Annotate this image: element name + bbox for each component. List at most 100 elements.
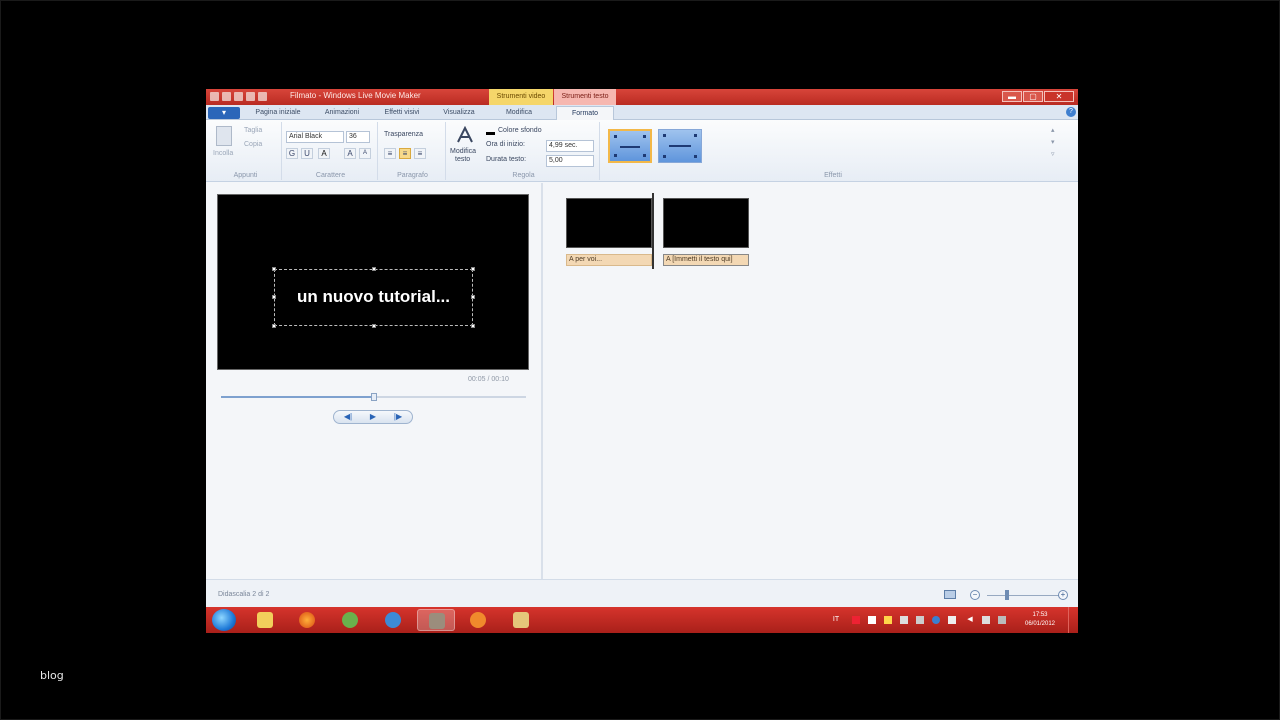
effect-thumbnail-none[interactable] (608, 129, 652, 163)
tab-visual-effects[interactable]: Effetti visivi (374, 106, 430, 120)
gallery-down-icon[interactable]: ▾ (1051, 138, 1055, 146)
edit-text-button-line1[interactable]: Modifica (450, 148, 476, 155)
storyboard-clip[interactable]: A per voi... (566, 198, 652, 266)
next-frame-button[interactable]: |▶ (386, 411, 410, 423)
start-time-label: Ora di inizio: (486, 141, 525, 148)
tray-update-icon[interactable] (932, 616, 940, 624)
seek-bar[interactable] (221, 393, 526, 401)
resize-handle[interactable] (471, 324, 475, 328)
app-icon (470, 612, 486, 628)
tab-home[interactable]: Pagina iniziale (246, 106, 310, 120)
tray-app-icon[interactable] (868, 616, 876, 624)
caption-textbox[interactable]: un nuovo tutorial... (272, 267, 475, 328)
tray-disk-icon[interactable] (916, 616, 924, 624)
taskbar-mail[interactable] (502, 609, 540, 631)
group-paragraph: Trasparenza ≡ ≡ ≡ Paragrafo (380, 122, 446, 180)
align-left-icon[interactable]: ≡ (384, 148, 396, 159)
clip-thumbnail[interactable] (663, 198, 749, 248)
group-adjust: Modifica testo Colore sfondo Ora di iniz… (448, 122, 600, 180)
help-icon[interactable]: ? (1066, 107, 1076, 117)
effect-thumbnail-scroll[interactable] (658, 129, 702, 163)
tray-usb-icon[interactable] (948, 616, 956, 624)
redo-icon[interactable] (246, 92, 255, 101)
taskbar: IT ◀ 17:53 06/01/2012 (206, 607, 1078, 633)
zoom-out-button[interactable]: − (970, 590, 980, 600)
start-button-icon[interactable] (212, 609, 236, 631)
customize-qat-icon[interactable] (258, 92, 267, 101)
underline-button[interactable]: U (301, 148, 313, 159)
clip-thumbnail[interactable] (566, 198, 652, 248)
resize-handle[interactable] (272, 267, 276, 271)
font-size-select[interactable]: 36 (346, 131, 370, 143)
tray-antivirus-icon[interactable] (852, 616, 860, 624)
bold-button[interactable]: G (286, 148, 298, 159)
copy-button[interactable]: Copia (244, 141, 262, 148)
insertion-cursor (652, 193, 654, 269)
align-right-icon[interactable]: ≡ (414, 148, 426, 159)
gallery-more-icon[interactable]: ▿ (1051, 150, 1055, 158)
thumbnail-size-icon[interactable] (944, 590, 956, 599)
tab-format[interactable]: Formato (556, 106, 614, 120)
clip-caption-label[interactable]: A per voi... (566, 254, 652, 266)
gallery-up-icon[interactable]: ▴ (1051, 126, 1055, 134)
text-duration-label: Durata testo: (486, 156, 527, 163)
taskbar-ie[interactable] (374, 609, 412, 631)
zoom-in-button[interactable]: + (1058, 590, 1068, 600)
tray-device-icon[interactable] (900, 616, 908, 624)
undo-icon[interactable] (234, 92, 243, 101)
tab-edit[interactable]: Modifica (494, 106, 544, 120)
volume-icon[interactable]: ◀ (966, 616, 974, 624)
caption-text[interactable]: un nuovo tutorial... (275, 287, 472, 307)
resize-handle[interactable] (372, 324, 376, 328)
play-button[interactable]: ▶ (361, 411, 385, 423)
tray-messenger-icon[interactable] (884, 616, 892, 624)
paste-icon[interactable] (216, 126, 232, 146)
minimize-button[interactable]: ▬ (1002, 91, 1022, 102)
previous-frame-button[interactable]: ◀| (336, 411, 360, 423)
action-center-icon[interactable] (998, 616, 1006, 624)
desktop-screen: Filmato - Windows Live Movie Maker Strum… (206, 89, 1078, 633)
start-time-input[interactable]: 4,99 sec. (546, 140, 594, 152)
resize-handle[interactable] (471, 267, 475, 271)
video-preview[interactable]: un nuovo tutorial... (217, 194, 529, 370)
cut-button[interactable]: Taglia (244, 127, 262, 134)
paste-button-label[interactable]: Incolla (213, 150, 233, 157)
show-desktop-button[interactable] (1068, 607, 1078, 633)
taskbar-app[interactable] (459, 609, 497, 631)
tab-animations[interactable]: Animazioni (314, 106, 370, 120)
taskbar-movie-maker[interactable] (417, 609, 455, 631)
taskbar-explorer[interactable] (246, 609, 284, 631)
close-button[interactable]: ✕ (1044, 91, 1074, 102)
align-center-icon[interactable]: ≡ (399, 148, 411, 159)
clip-caption-label[interactable]: A [Immetti il testo qui] (663, 254, 749, 266)
zoom-slider-thumb[interactable] (1005, 590, 1009, 600)
ribbon: Incolla Taglia Copia Appunti Arial Black… (206, 120, 1078, 182)
edit-text-icon[interactable] (456, 125, 474, 144)
transparency-button[interactable]: Trasparenza (384, 131, 423, 138)
taskbar-messenger[interactable] (331, 609, 369, 631)
storyboard-clip[interactable]: A [Immetti il testo qui] (663, 198, 749, 266)
resize-handle[interactable] (272, 324, 276, 328)
network-icon[interactable] (982, 616, 990, 624)
tab-view[interactable]: Visualizza (434, 106, 484, 120)
maximize-button[interactable]: ▢ (1023, 91, 1043, 102)
seek-bar-thumb[interactable] (370, 393, 377, 401)
grow-font-button[interactable]: A (344, 148, 356, 159)
taskbar-firefox[interactable] (288, 609, 326, 631)
text-duration-select[interactable]: 5,00 (546, 155, 594, 167)
background-color-button[interactable]: Colore sfondo (498, 127, 542, 134)
file-menu-button[interactable]: ▾ (208, 107, 240, 119)
shrink-font-button[interactable]: A (359, 148, 371, 159)
app-icon (210, 92, 219, 101)
messenger-icon (342, 612, 358, 628)
background-color-icon[interactable] (486, 127, 495, 135)
font-family-select[interactable]: Arial Black (286, 131, 344, 143)
save-icon[interactable] (222, 92, 231, 101)
zoom-slider[interactable] (987, 595, 1059, 596)
resize-handle[interactable] (372, 267, 376, 271)
font-color-button[interactable]: A (318, 148, 330, 159)
movie-maker-icon (429, 613, 445, 629)
edit-text-button-line2[interactable]: testo (455, 156, 470, 163)
clock[interactable]: 17:53 06/01/2012 (1018, 611, 1062, 629)
language-indicator[interactable]: IT (832, 616, 840, 624)
